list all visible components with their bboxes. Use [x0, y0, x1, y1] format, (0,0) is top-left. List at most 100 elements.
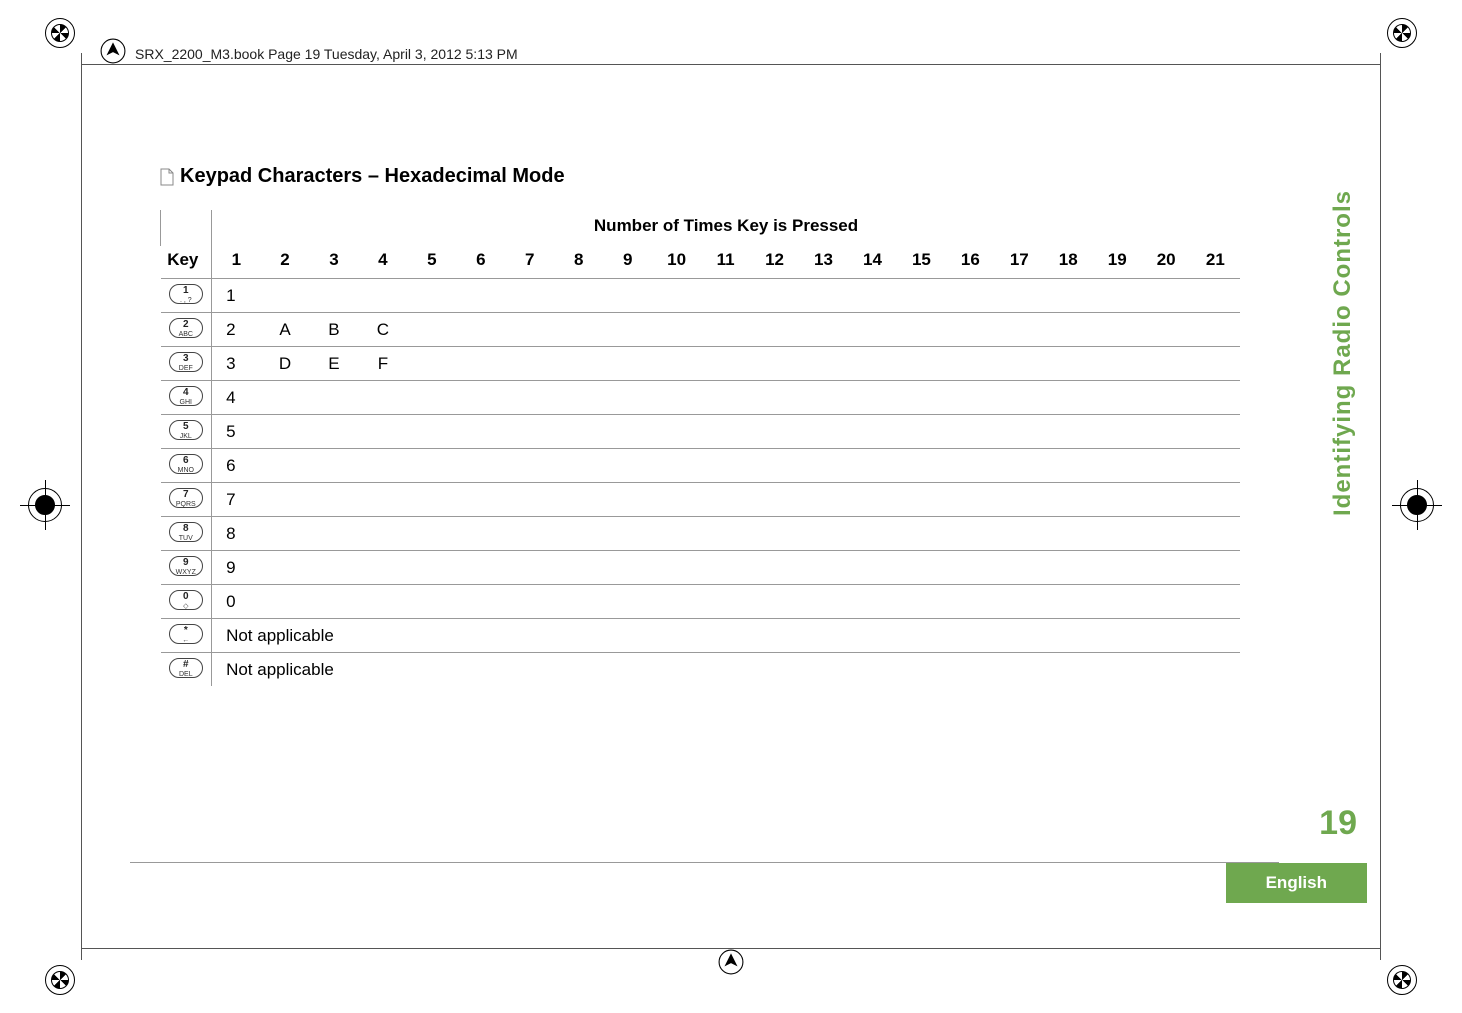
value-cell [603, 347, 652, 381]
value-cell [750, 517, 799, 551]
page-icon [160, 168, 174, 186]
column-header: 6 [456, 246, 505, 279]
value-cell [1142, 449, 1191, 483]
table-overhead: Number of Times Key is Pressed [212, 210, 1240, 246]
value-cell [946, 313, 995, 347]
keycap-icon: 8TUV [169, 522, 203, 542]
value-cell [505, 483, 554, 517]
value-cell [1044, 483, 1093, 517]
value-cell [1191, 483, 1240, 517]
keycap-icon: 1. , ? [169, 284, 203, 304]
value-cell [995, 415, 1044, 449]
value-cell [456, 415, 505, 449]
value-cell [848, 517, 897, 551]
value-cell [554, 313, 603, 347]
key-cell: 2ABC [161, 313, 212, 347]
value-cell [701, 347, 750, 381]
column-header: 5 [407, 246, 456, 279]
register-mark-icon [45, 18, 75, 48]
value-cell [309, 381, 358, 415]
value-cell [701, 585, 750, 619]
value-cell [505, 347, 554, 381]
value-cell [946, 483, 995, 517]
value-cell [1093, 313, 1142, 347]
key-cell: 3DEF [161, 347, 212, 381]
table-row: 9WXYZ9 [161, 551, 1241, 585]
value-cell [456, 313, 505, 347]
value-cell [358, 381, 407, 415]
value-cell [554, 585, 603, 619]
value-cell [1044, 347, 1093, 381]
key-column-header: Key [161, 246, 212, 279]
value-cell [995, 347, 1044, 381]
value-cell [799, 313, 848, 347]
value-cell [995, 483, 1044, 517]
value-cell [1142, 415, 1191, 449]
value-cell [603, 279, 652, 313]
value-cell [1093, 347, 1142, 381]
value-cell: 8 [212, 517, 261, 551]
value-cell [750, 415, 799, 449]
column-header: 1 [212, 246, 261, 279]
value-cell [456, 551, 505, 585]
value-cell [750, 449, 799, 483]
value-cell [407, 551, 456, 585]
value-cell [1191, 415, 1240, 449]
keycap-icon: #DEL [169, 658, 203, 678]
value-cell [750, 551, 799, 585]
table-row: #DEL Not applicable [161, 653, 1241, 687]
value-cell [603, 381, 652, 415]
register-mark-icon [1387, 965, 1417, 995]
column-header: 4 [358, 246, 407, 279]
table-row: 7PQRS7 [161, 483, 1241, 517]
value-cell [946, 347, 995, 381]
running-header: SRX_2200_M3.book Page 19 Tuesday, April … [135, 46, 518, 62]
keycap-icon: 0◇ [169, 590, 203, 610]
value-cell: 7 [212, 483, 261, 517]
value-cell [261, 381, 310, 415]
value-cell [799, 415, 848, 449]
not-applicable-cell: Not applicable [212, 653, 1240, 687]
section-heading: Keypad Characters – Hexadecimal Mode [160, 165, 1282, 188]
keycap-icon: *← [169, 624, 203, 644]
crop-target-icon [28, 488, 62, 522]
value-cell [358, 483, 407, 517]
table-row: 0◇0 [161, 585, 1241, 619]
value-cell [603, 313, 652, 347]
value-cell [652, 585, 701, 619]
value-cell [799, 449, 848, 483]
value-cell [897, 313, 946, 347]
value-cell [456, 347, 505, 381]
value-cell [554, 415, 603, 449]
keycap-icon: 2ABC [169, 318, 203, 338]
column-header: 15 [897, 246, 946, 279]
value-cell [995, 551, 1044, 585]
key-cell: 1. , ? [161, 279, 212, 313]
value-cell [897, 279, 946, 313]
key-cell: 6MNO [161, 449, 212, 483]
value-cell [897, 449, 946, 483]
keycap-icon: 6MNO [169, 454, 203, 474]
column-header: 14 [848, 246, 897, 279]
column-header: 18 [1044, 246, 1093, 279]
value-cell [261, 415, 310, 449]
value-cell [701, 279, 750, 313]
value-cell [1191, 449, 1240, 483]
key-cell: 0◇ [161, 585, 212, 619]
value-cell [456, 585, 505, 619]
value-cell [897, 483, 946, 517]
value-cell [652, 415, 701, 449]
value-cell [554, 551, 603, 585]
value-cell [358, 551, 407, 585]
value-cell [750, 313, 799, 347]
column-header: 16 [946, 246, 995, 279]
value-cell [603, 449, 652, 483]
value-cell [1093, 483, 1142, 517]
value-cell [701, 381, 750, 415]
value-cell [554, 517, 603, 551]
value-cell [505, 279, 554, 313]
value-cell [652, 517, 701, 551]
column-header: 12 [750, 246, 799, 279]
value-cell [1044, 279, 1093, 313]
value-cell [995, 381, 1044, 415]
